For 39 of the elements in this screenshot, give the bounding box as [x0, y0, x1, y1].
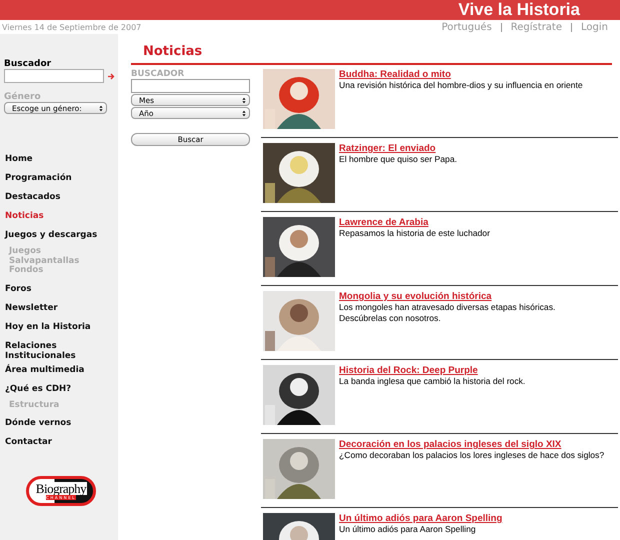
article-link[interactable]: Buddha: Realidad o mito [339, 69, 451, 80]
genre-label: Género [4, 92, 42, 102]
article-link[interactable]: Lawrence de Arabia [339, 217, 428, 228]
nav-item[interactable]: Destacados [5, 190, 118, 209]
nav-item[interactable]: Noticias [5, 209, 118, 228]
nav-item[interactable]: Relaciones Institucionales [5, 338, 118, 362]
nav-item[interactable]: Contactar [5, 435, 118, 454]
nav-item[interactable]: Foros [5, 282, 118, 300]
article-link[interactable]: Mongolia y su evolución histórica [339, 291, 492, 302]
nav-item[interactable]: Área multimedia [5, 362, 118, 382]
article-link[interactable]: Ratzinger: El enviado [339, 143, 436, 154]
search-field[interactable] [131, 79, 250, 93]
search-field[interactable] [4, 69, 104, 83]
stepper-icon [242, 110, 246, 116]
article-summary: Una revisión histórica del hombre-dios y su influencia en oriente [339, 80, 583, 91]
article-summary: Los mongoles han atravesado diversas etapas hisóricas. Descúbrelas con nosotros. [339, 302, 556, 324]
search-label: Buscador [4, 59, 52, 69]
article-summary: La banda inglesa que cambió la historia del rock. [339, 376, 526, 387]
article-summary: El hombre que quiso ser Papa. [339, 154, 457, 165]
date-text: Viernes 14 de Septiembre de 2007 [2, 23, 142, 32]
nav-item[interactable]: Home [5, 152, 118, 171]
article-summary: ¿Como decoraban los palacios los lores ingleses de hace dos siglos? [339, 450, 604, 461]
article-summary: Repasamos la historia de este luchador [339, 228, 490, 239]
site-title: Vive la Historia [458, 1, 580, 19]
stepper-icon [99, 104, 103, 112]
arrow-icon[interactable] [108, 72, 115, 80]
nav-item[interactable]: Newsletter [5, 300, 118, 320]
filter-label: BUSCADOR [131, 69, 186, 79]
article-summary: Un último adiós para Aaron Spelling [339, 524, 476, 535]
nav-item[interactable]: ¿Qué es CDH? [5, 382, 118, 400]
article-link[interactable]: Decoración en los palacios ingleses del siglo XIX [339, 439, 562, 450]
nav-item[interactable]: Programación [5, 171, 118, 190]
article-link[interactable]: Un último adiós para Aaron Spelling [339, 513, 502, 524]
page-title: Noticias [143, 44, 204, 61]
nav-item[interactable]: Dónde vernos [5, 416, 118, 435]
nav-item[interactable]: Juegos y descargas [5, 228, 118, 247]
article-link[interactable]: Historia del Rock: Deep Purple [339, 365, 478, 376]
stepper-icon [242, 96, 246, 104]
nav-item[interactable]: Hoy en la Historia [5, 320, 118, 338]
